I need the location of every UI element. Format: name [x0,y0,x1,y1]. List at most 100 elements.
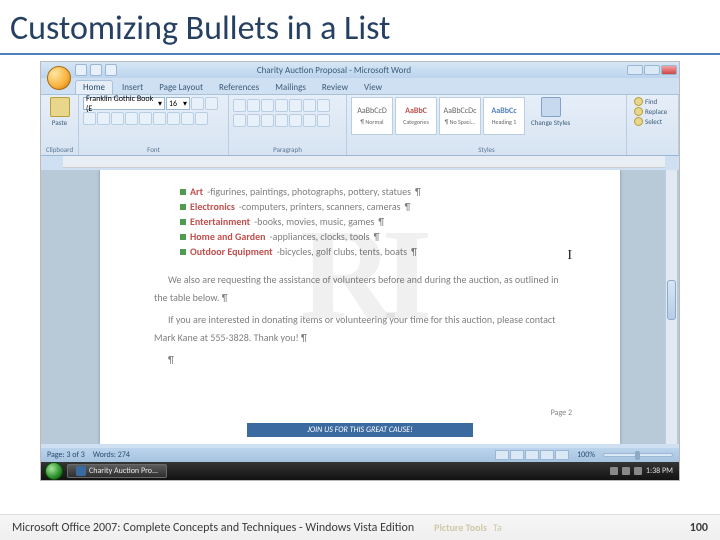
subscript-button[interactable] [139,112,152,125]
chevron-down-icon: ▾ [158,99,162,109]
print-layout-view-button[interactable] [495,450,509,460]
justify-button[interactable] [275,114,288,127]
qat-redo-icon[interactable] [105,64,117,76]
grow-font-button[interactable] [191,97,204,110]
bullet-bold: Home and Garden [190,229,266,244]
numbering-button[interactable] [247,99,260,112]
style-no-spacing[interactable]: AaBbCcDc¶ No Spaci... [439,97,481,135]
clock[interactable]: 1:38 PM [646,466,673,476]
para2: If you are interested in donating items … [154,313,556,344]
tab-view[interactable]: View [357,81,389,94]
font-name-combo[interactable]: Franklin Gothic Book (E▾ [83,97,165,110]
italic-button[interactable] [97,112,110,125]
borders-button[interactable] [317,114,330,127]
shading-button[interactable] [303,114,316,127]
underline-button[interactable] [111,112,124,125]
qat-undo-icon[interactable] [90,64,102,76]
qat-save-icon[interactable] [75,64,87,76]
text-cursor-icon: I [567,248,572,264]
document-page[interactable]: RI I Art-figurines, paintings, photograp… [100,170,620,444]
taskbar-app-button[interactable]: Charity Auction Pro... [67,464,167,478]
system-tray: 1:38 PM [610,466,679,476]
style-normal[interactable]: AaBbCcD¶ Normal [351,97,393,135]
show-hide-button[interactable] [317,99,330,112]
list-item[interactable]: Electronics-computers, printers, scanner… [180,199,572,214]
paragraph-group-label: Paragraph [233,145,342,155]
scrollbar-thumb[interactable] [667,280,676,320]
close-button[interactable] [661,65,677,75]
increase-indent-button[interactable] [289,99,302,112]
decrease-indent-button[interactable] [275,99,288,112]
change-case-button[interactable] [167,112,180,125]
horizontal-ruler[interactable] [63,156,665,168]
tray-volume-icon[interactable] [634,467,642,475]
tab-home[interactable]: Home [75,80,113,94]
background-ghost-text: Picture Tools [434,521,487,534]
line-spacing-button[interactable] [289,114,302,127]
status-words[interactable]: Words: 274 [93,450,130,460]
font-size-combo[interactable]: 16▾ [166,97,190,110]
multilevel-list-button[interactable] [261,99,274,112]
ribbon-tabs: Home Insert Page Layout References Maili… [41,78,679,94]
draft-view-button[interactable] [555,450,569,460]
tab-review[interactable]: Review [315,81,355,94]
bullets-button[interactable] [233,99,246,112]
quick-access-toolbar [75,64,117,76]
window-titlebar: Charity Auction Proposal - Microsoft Wor… [41,62,679,78]
paste-button[interactable]: Paste [45,97,74,127]
zoom-slider[interactable] [603,453,673,457]
web-layout-view-button[interactable] [525,450,539,460]
find-button[interactable]: Find [631,97,674,106]
align-center-button[interactable] [247,114,260,127]
list-item[interactable]: Home and Garden-appliances, clocks, tool… [180,229,572,244]
style-heading1[interactable]: AaBbCcHeading 1 [483,97,525,135]
sort-button[interactable] [303,99,316,112]
background-ghost-text: Ta [493,521,502,534]
tab-page-layout[interactable]: Page Layout [152,81,210,94]
pilcrow-icon: ¶ [378,214,384,229]
highlight-button[interactable] [181,112,194,125]
select-button[interactable]: Select [631,117,674,126]
tab-references[interactable]: References [212,81,266,94]
full-screen-view-button[interactable] [510,450,524,460]
font-color-button[interactable] [195,112,208,125]
body-text[interactable]: We also are requesting the assistance of… [154,271,572,369]
word-window: Charity Auction Proposal - Microsoft Wor… [40,61,680,481]
style-name: ¶ No Spaci... [445,118,476,126]
status-page[interactable]: Page: 3 of 3 [47,450,85,460]
bold-button[interactable] [83,112,96,125]
font-group-label: Font [83,145,224,155]
style-categories[interactable]: AaBbCCategories [395,97,437,135]
window-title: Charity Auction Proposal - Microsoft Wor… [41,65,627,76]
zoom-level[interactable]: 100% [577,450,595,460]
office-button[interactable] [47,66,71,90]
group-paragraph: Paragraph [229,95,347,155]
align-left-button[interactable] [233,114,246,127]
group-styles: AaBbCcD¶ Normal AaBbCCategories AaBbCcDc… [347,95,627,155]
replace-button[interactable]: Replace [631,107,674,116]
list-item[interactable]: Outdoor Equipment-bicycles, golf clubs, … [180,244,572,259]
outline-view-button[interactable] [540,450,554,460]
strikethrough-button[interactable] [125,112,138,125]
tray-icon[interactable] [622,467,630,475]
bullet-rest: -books, movies, music, games [254,214,374,229]
tray-icon[interactable] [610,467,618,475]
minimize-button[interactable] [627,65,643,75]
tab-mailings[interactable]: Mailings [268,81,313,94]
slide-page-number: 100 [690,521,708,535]
change-styles-button[interactable]: Change Styles [531,97,570,135]
superscript-button[interactable] [153,112,166,125]
start-button[interactable] [45,462,63,480]
tab-insert[interactable]: Insert [115,81,150,94]
list-item[interactable]: Entertainment-books, movies, music, game… [180,214,572,229]
status-bar: Page: 3 of 3 Words: 274 100% [41,448,679,462]
vertical-scrollbar[interactable] [665,170,677,444]
align-right-button[interactable] [261,114,274,127]
zoom-thumb[interactable] [635,451,640,460]
bullet-list: Art-figurines, paintings, photographs, p… [180,184,572,259]
slide-title: Customizing Bullets in a List [0,0,720,53]
shrink-font-button[interactable] [205,97,218,110]
maximize-button[interactable] [644,65,660,75]
list-item[interactable]: Art-figurines, paintings, photographs, p… [180,184,572,199]
group-font: Franklin Gothic Book (E▾ 16▾ Font [79,95,229,155]
